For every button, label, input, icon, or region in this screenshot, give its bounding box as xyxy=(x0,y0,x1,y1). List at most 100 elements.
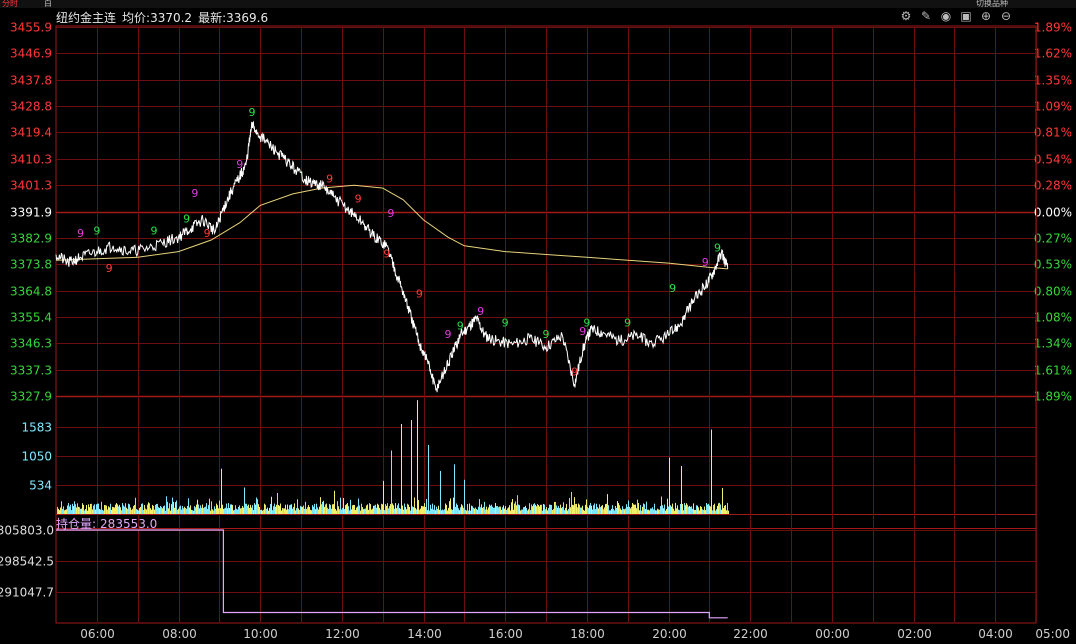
volume-bar xyxy=(611,508,612,514)
volume-bar xyxy=(545,509,546,514)
volume-bar xyxy=(59,510,60,514)
volume-bar xyxy=(312,505,313,514)
volume-bar xyxy=(305,501,306,514)
volume-bar xyxy=(579,504,580,514)
volume-bar xyxy=(318,509,319,514)
volume-bar xyxy=(693,503,694,514)
volume-bar xyxy=(598,508,599,514)
volume-bar xyxy=(660,506,661,514)
volume-bar xyxy=(380,509,381,514)
volume-bar xyxy=(135,497,136,514)
volume-bar xyxy=(132,508,133,514)
volume-bar xyxy=(618,503,619,514)
volume-bar xyxy=(407,503,408,514)
volume-bar xyxy=(600,507,601,514)
volume-bar xyxy=(652,507,653,514)
td-sequential-9-marker: 9 xyxy=(477,305,484,318)
volume-bar xyxy=(605,504,606,514)
volume-bar xyxy=(569,497,570,514)
volume-bar xyxy=(270,503,271,514)
volume-bar xyxy=(592,509,593,514)
volume-bar xyxy=(388,508,389,514)
volume-bar xyxy=(531,504,532,514)
pct-tick-label: 0.81% xyxy=(1034,126,1072,140)
volume-bar xyxy=(616,507,617,514)
volume-bar xyxy=(155,504,156,514)
volume-bar xyxy=(104,504,105,514)
volume-bar xyxy=(671,506,672,514)
price-tick-label: 3437.8 xyxy=(10,74,52,88)
volume-bar xyxy=(697,505,698,514)
volume-bar xyxy=(97,503,98,514)
volume-bar xyxy=(284,508,285,514)
volume-bar xyxy=(110,503,111,514)
volume-bar xyxy=(140,506,141,514)
volume-bar xyxy=(191,509,192,514)
volume-bar xyxy=(364,508,365,514)
volume-bar xyxy=(368,509,369,514)
volume-bar xyxy=(558,505,559,514)
volume-bar xyxy=(334,490,335,514)
volume-bar xyxy=(197,499,198,514)
volume-bar xyxy=(601,505,602,514)
volume-bar xyxy=(86,504,87,514)
volume-bar xyxy=(308,505,309,514)
intraday-chart[interactable]: 3455.9 1.89% 3446.9 1.62% 3437.8 1.35% 3428.8 1… xyxy=(0,0,1076,644)
volume-bar xyxy=(181,509,182,514)
volume-bar xyxy=(536,506,537,514)
volume-bar xyxy=(354,504,355,514)
volume-bar xyxy=(236,508,237,514)
volume-bar xyxy=(71,510,72,514)
volume-bar xyxy=(185,507,186,514)
volume-bar xyxy=(202,504,203,514)
volume-bar xyxy=(290,504,291,514)
volume-bar xyxy=(707,504,708,514)
volume-bar xyxy=(525,505,526,514)
td-sequential-9-marker: 9 xyxy=(457,319,464,332)
volume-bar xyxy=(99,508,100,514)
volume-bar xyxy=(404,503,405,514)
volume-bar xyxy=(193,510,194,514)
volume-bar xyxy=(617,501,618,514)
volume-bar xyxy=(337,501,338,514)
volume-tick-label: 1583 xyxy=(21,421,52,435)
volume-bar xyxy=(606,503,607,514)
volume-bar xyxy=(494,507,495,514)
volume-bar xyxy=(454,464,455,514)
volume-bar xyxy=(716,509,717,514)
volume-bar xyxy=(231,504,232,514)
volume-bar xyxy=(403,509,404,514)
volume-bar xyxy=(329,503,330,514)
volume-bar xyxy=(712,510,713,514)
volume-bar xyxy=(495,503,496,514)
volume-bar xyxy=(271,496,272,514)
volume-bar xyxy=(87,510,88,514)
td-sequential-9-marker: 9 xyxy=(383,247,390,260)
volume-bar xyxy=(223,508,224,514)
volume-bar xyxy=(147,504,148,514)
volume-bar xyxy=(258,504,259,514)
volume-tick-label: 534 xyxy=(29,479,52,493)
volume-bar xyxy=(448,507,449,514)
volume-bar xyxy=(133,505,134,514)
volume-bar xyxy=(409,506,410,514)
time-tick-label: 18:00 xyxy=(570,627,605,641)
volume-bar xyxy=(61,501,62,514)
volume-bar xyxy=(432,503,433,514)
volume-bar xyxy=(332,504,333,514)
volume-bar xyxy=(581,507,582,514)
volume-bar xyxy=(535,504,536,514)
volume-bar xyxy=(502,507,503,514)
time-tick-label: 06:00 xyxy=(80,627,115,641)
volume-bar xyxy=(513,509,514,514)
time-tick-label: 20:00 xyxy=(652,627,687,641)
volume-bar xyxy=(639,510,640,514)
volume-bar xyxy=(101,501,102,514)
volume-bar xyxy=(596,503,597,514)
volume-bar xyxy=(593,505,594,514)
volume-bar xyxy=(208,505,209,514)
volume-bar xyxy=(504,508,505,514)
volume-bar xyxy=(544,504,545,514)
volume-bar xyxy=(335,508,336,514)
volume-bar xyxy=(505,506,506,514)
